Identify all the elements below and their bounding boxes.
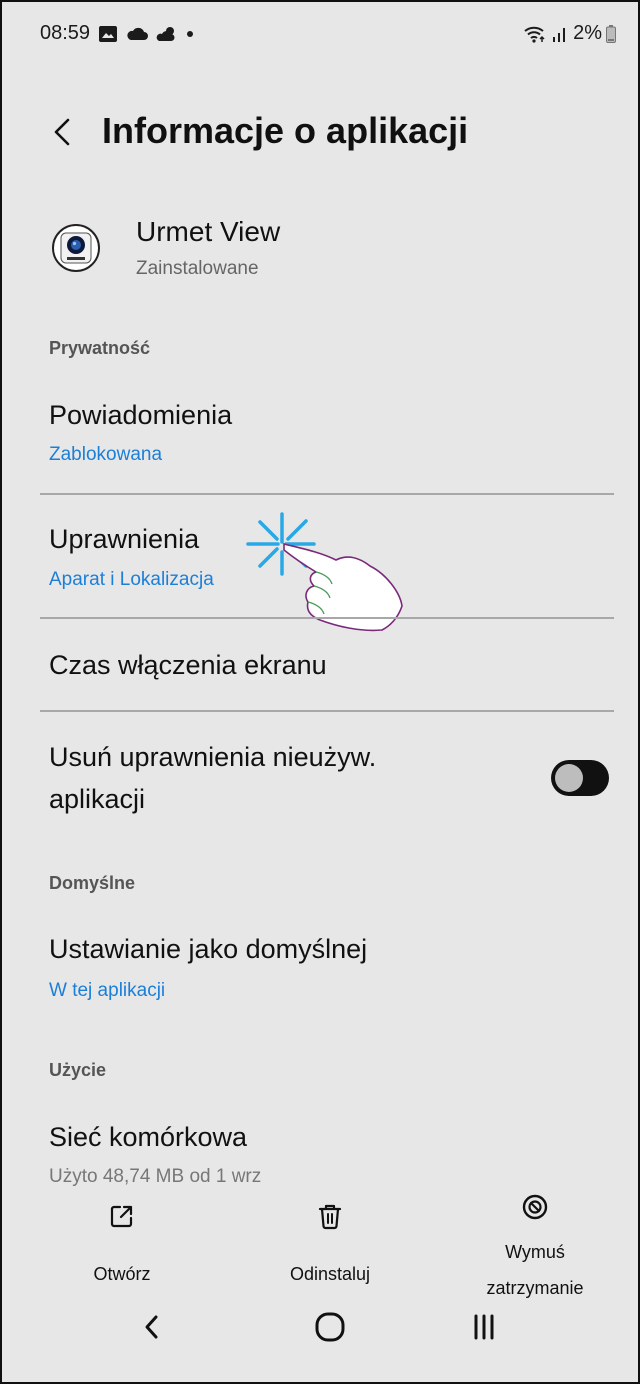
signal-icon — [551, 25, 569, 43]
force-stop-label-line1: Wymuś — [505, 1242, 565, 1262]
uninstall-label: Odinstaluj — [289, 1264, 371, 1284]
open-external-icon — [110, 1205, 133, 1228]
mobile-data-usage: Użyto 48,74 MB od 1 wrz — [49, 1166, 262, 1187]
gallery-icon — [98, 25, 118, 43]
uninstall-button[interactable]: Odinstaluj — [260, 1202, 400, 1289]
remove-unused-permissions-title-line1: Usuń uprawnienia nieużyw. — [49, 742, 377, 772]
status-bar-right: 2% — [523, 22, 616, 45]
app-name: Urmet View — [136, 216, 281, 247]
cloud-icon — [126, 27, 149, 41]
section-usage: Użycie — [49, 1060, 107, 1080]
trash-icon — [318, 1204, 342, 1230]
screen: 08:59 2% Informacje o aplikacji Urmet Vi… — [0, 0, 640, 1384]
remove-unused-permissions-title-line2: aplikacji — [49, 784, 146, 814]
nav-back-button[interactable] — [122, 1307, 182, 1347]
nav-home-button[interactable] — [300, 1307, 360, 1347]
set-default-title: Ustawianie jako domyślnej — [49, 934, 368, 964]
section-defaults: Domyślne — [49, 873, 136, 893]
camera-lens-icon — [60, 232, 92, 264]
nav-recents-button[interactable] — [454, 1307, 514, 1347]
block-icon — [522, 1194, 548, 1220]
set-default-summary: W tej aplikacji — [49, 980, 166, 1001]
nav-back-icon — [145, 1315, 158, 1339]
weather-icon — [156, 26, 178, 42]
app-install-status: Zainstalowane — [136, 258, 259, 279]
status-bar-left: 08:59 — [40, 22, 194, 45]
divider — [40, 710, 614, 712]
force-stop-button[interactable]: Wymuś zatrzymanie — [465, 1192, 605, 1303]
clock: 08:59 — [40, 22, 91, 44]
divider — [40, 617, 614, 619]
nav-recents-icon — [474, 1314, 494, 1340]
notifications-status: Zablokowana — [49, 444, 163, 465]
notification-dot-icon — [186, 30, 194, 38]
chevron-left-icon — [54, 118, 70, 146]
force-stop-label-line2: zatrzymanie — [486, 1278, 584, 1298]
back-button[interactable] — [44, 112, 84, 152]
mobile-data-title: Sieć komórkowa — [49, 1122, 248, 1152]
remove-unused-permissions-toggle[interactable] — [551, 760, 609, 796]
permissions-title: Uprawnienia — [49, 524, 200, 554]
open-label: Otwórz — [93, 1264, 151, 1284]
battery-percent: 2% — [573, 22, 602, 44]
page-title: Informacje o aplikacji — [102, 110, 469, 151]
nav-home-icon — [315, 1312, 345, 1342]
toggle-knob — [555, 764, 583, 792]
section-privacy: Prywatność — [49, 338, 151, 358]
app-icon — [52, 224, 100, 272]
permissions-summary: Aparat i Lokalizacja — [49, 569, 214, 590]
open-button[interactable]: Otwórz — [62, 1202, 182, 1289]
divider — [40, 493, 614, 495]
notifications-title: Powiadomienia — [49, 400, 233, 430]
wifi-icon — [523, 25, 547, 43]
screen-time-title: Czas włączenia ekranu — [49, 650, 327, 680]
battery-icon — [606, 24, 616, 43]
